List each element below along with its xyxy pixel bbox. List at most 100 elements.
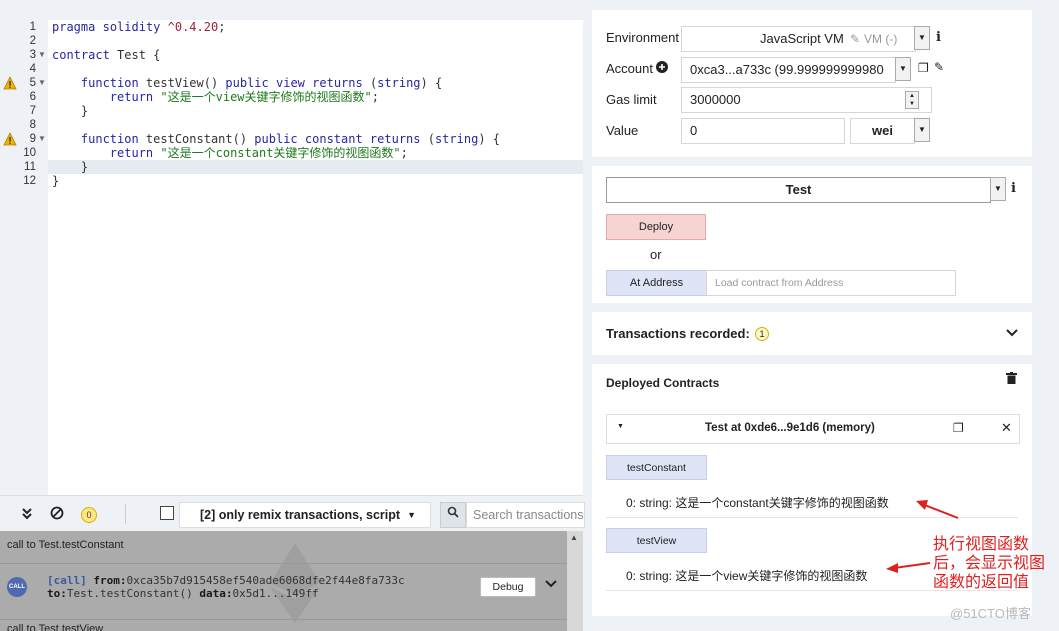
chevron-down-icon[interactable] [1006,327,1018,341]
contract-select[interactable]: Test [606,177,991,203]
account-select[interactable]: 0xca3...a733c (99.999999999980 [681,57,896,83]
trash-icon[interactable] [1006,372,1017,387]
scroll-up-icon[interactable]: ▲ [570,533,578,542]
edit-icon[interactable]: ✎ [934,60,944,74]
code-line[interactable]: 11 } [0,160,583,174]
code-editor[interactable]: 1 pragma solidity ^0.4.20; 2 3 ▼ contract Tes… [0,0,583,495]
contract-dropdown-icon[interactable]: ▼ [990,177,1006,201]
clear-console-icon[interactable] [50,506,64,523]
line-number: 3 [29,49,36,61]
code-line[interactable]: 3 ▼ contract Test { [0,48,583,62]
account-dropdown-icon[interactable]: ▼ [895,57,911,81]
code-text: pragma solidity ^0.4.20; [52,20,226,34]
line-number: 12 [23,175,36,187]
annotation-line: 函数的返回值 [933,574,1030,591]
filter-label: [2] only remix transactions, script [200,508,401,522]
annotation-line: 执行视图函数 [933,536,1030,553]
terminal-scrollbar[interactable]: ▲ [567,531,583,631]
function-button-testconstant[interactable]: testConstant [606,455,707,480]
from-value: 0xca35b7d915458ef540ade6068dfe2f44e8fa73… [126,574,405,587]
terminal-toolbar: 0 [2] only remix transactions, script ▼ … [0,495,585,532]
info-icon[interactable]: i [936,30,941,45]
line-number: 8 [29,119,36,131]
code-text: function testView() public view returns … [80,76,443,90]
caret-down-icon[interactable]: ▼ [617,423,624,430]
or-label: or [650,247,662,262]
chevron-down-icon[interactable] [545,578,557,592]
listen-network-checkbox[interactable] [160,506,174,520]
transactions-label: Transactions recorded: [606,326,750,341]
copy-icon[interactable]: ❐ [953,421,964,435]
vm-status: VM (-) [864,32,898,46]
code-text: } [52,174,60,188]
to-value: Test.testConstant() [66,587,193,600]
code-line[interactable]: 5 ▼ function testView() public view retur… [0,76,583,90]
data-value: 0x5d1...149ff [232,587,319,600]
code-line[interactable]: 4 [0,62,583,76]
toolbar-divider [125,504,126,524]
terminal-output[interactable]: call to Test.testConstant CALL [call] fr… [0,531,583,631]
contract-instance-header[interactable]: ▼ Test at 0xde6...9e1d6 (memory) ❐ ✕ [606,414,1020,444]
deployed-contracts-title: Deployed Contracts [606,376,720,390]
at-address-button[interactable]: At Address [606,270,707,296]
line-number: 7 [29,105,36,117]
value-unit-select[interactable]: wei [850,118,915,144]
to-label: to: [47,587,67,600]
fold-toggle-icon[interactable]: ▼ [38,76,46,90]
line-number: 4 [29,63,36,75]
terminal-log-line: call to Test.testView [7,623,104,631]
environment-dropdown-icon[interactable]: ▼ [914,26,930,50]
data-label: data: [199,587,233,600]
transactions-count-badge: 1 [755,327,769,341]
code-line[interactable]: 1 pragma solidity ^0.4.20; [0,20,583,34]
code-text: function testConstant() public constant … [80,132,500,146]
copy-icon[interactable]: ❐ [918,61,929,75]
unit-dropdown-icon[interactable]: ▼ [914,118,930,142]
fold-toggle-icon[interactable]: ▼ [38,48,46,62]
function-button-testview[interactable]: testView [606,528,707,553]
code-line[interactable]: 9 ▼ function testConstant() public consta… [0,132,583,146]
code-line[interactable]: 8 [0,118,583,132]
terminal-log-line: call to Test.testConstant [7,539,124,551]
caret-down-icon: ▼ [407,510,416,520]
search-button[interactable] [440,502,466,528]
value-label: Value [606,123,639,138]
search-transactions-input[interactable]: Search transactions [466,502,585,528]
info-icon[interactable]: i [1011,181,1016,196]
deploy-button[interactable]: Deploy [606,214,706,240]
line-number: 1 [29,21,36,33]
line-number: 10 [23,147,36,159]
environment-label: Environment [606,30,679,45]
plug-icon: ✎ [850,32,861,46]
warning-icon[interactable] [3,76,17,90]
line-number: 2 [29,35,36,47]
fold-toggle-icon[interactable]: ▼ [38,132,46,146]
code-text: return "这是一个view关键字修饰的视图函数"; [109,90,379,104]
line-number: 6 [29,91,36,103]
load-address-input[interactable]: Load contract from Address [706,270,956,296]
gas-limit-input[interactable]: 3000000 [681,87,932,113]
gas-limit-spinner[interactable]: ▲ ▼ [905,91,919,109]
search-icon [447,506,459,518]
code-line[interactable]: 6 return "这是一个view关键字修饰的视图函数"; [0,90,583,104]
line-number: 11 [24,161,36,173]
debug-button[interactable]: Debug [480,577,536,597]
code-line[interactable]: 7 } [0,104,583,118]
code-text: } [52,160,89,174]
code-text: } [52,104,89,118]
code-line[interactable]: 10 return "这是一个constant关键字修饰的视图函数"; [0,146,583,160]
from-label: from: [93,574,127,587]
add-account-icon[interactable] [656,61,668,76]
terminal-divider [0,563,567,564]
code-line[interactable]: 12} [0,174,583,188]
code-line[interactable]: 2 [0,34,583,48]
instance-title: Test at 0xde6...9e1d6 (memory) [705,422,875,434]
value-input[interactable]: 0 [681,118,845,144]
transaction-filter-select[interactable]: [2] only remix transactions, script ▼ [179,502,431,528]
code-text: contract Test { [52,48,161,62]
close-icon[interactable]: ✕ [1001,420,1012,436]
environment-select[interactable]: JavaScript VM ✎ VM (-) [681,26,916,52]
warning-icon[interactable] [3,132,17,146]
call-tag: [call] [47,574,87,587]
collapse-terminal-icon[interactable] [20,506,34,523]
